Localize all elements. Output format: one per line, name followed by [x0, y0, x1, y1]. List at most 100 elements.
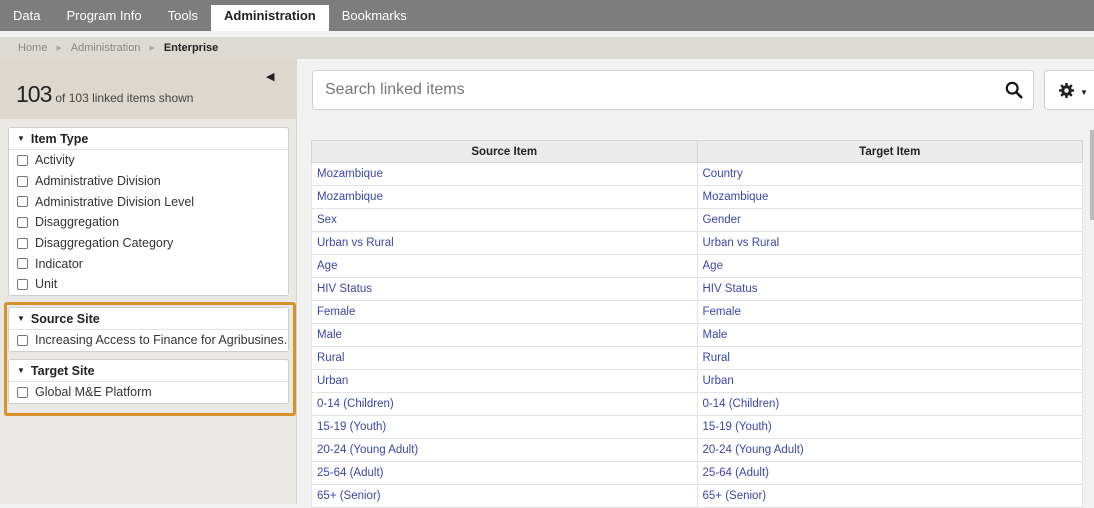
facet-title-target-site[interactable]: ▼ Target Site: [9, 360, 288, 382]
table-row[interactable]: HIV Status HIV Status: [311, 277, 1083, 301]
facet-option-indicator[interactable]: Indicator: [9, 253, 288, 274]
target-item-link[interactable]: 0-14 (Children): [696, 392, 1083, 416]
checkbox[interactable]: [17, 216, 28, 228]
source-item-link[interactable]: Sex: [311, 208, 698, 232]
target-item-link[interactable]: 15-19 (Youth): [696, 415, 1083, 439]
source-item-link[interactable]: 25-64 (Adult): [311, 461, 698, 485]
table-row[interactable]: Rural Rural: [311, 346, 1083, 370]
facet-title-source-site[interactable]: ▼ Source Site: [9, 308, 288, 330]
caret-left-icon[interactable]: ◀: [266, 70, 274, 83]
table-body: Mozambique Country Mozambique Mozambique Sex…: [311, 162, 1083, 508]
target-item-link[interactable]: HIV Status: [696, 277, 1083, 301]
checkbox[interactable]: [17, 196, 28, 208]
table-row[interactable]: 65+ (Senior) 65+ (Senior): [311, 484, 1083, 508]
facet-option-source-site[interactable]: Increasing Access to Finance for Agribus…: [9, 330, 288, 351]
facet-option-target-site[interactable]: Global M&E Platform: [9, 382, 288, 403]
checkbox[interactable]: [17, 278, 28, 290]
tab-bookmarks[interactable]: Bookmarks: [329, 0, 420, 31]
table-row[interactable]: 15-19 (Youth) 15-19 (Youth): [311, 415, 1083, 439]
source-item-link[interactable]: Male: [311, 323, 698, 347]
facet-option-label: Indicator: [35, 256, 83, 271]
target-item-link[interactable]: Female: [696, 300, 1083, 324]
target-item-link[interactable]: Country: [696, 162, 1083, 186]
facet-item-type: ▼ Item Type Activity Administrative Divi…: [8, 127, 289, 296]
table-row[interactable]: Urban Urban: [311, 369, 1083, 393]
source-item-link[interactable]: 20-24 (Young Adult): [311, 438, 698, 462]
checkbox[interactable]: [17, 175, 28, 187]
source-item-link[interactable]: Mozambique: [311, 185, 698, 209]
chevron-right-icon: ▶: [56, 45, 62, 52]
target-item-link[interactable]: Gender: [696, 208, 1083, 232]
search-bar: ▼: [297, 59, 1094, 119]
search-input[interactable]: [325, 71, 985, 109]
checkbox[interactable]: [17, 154, 28, 166]
table-row[interactable]: 20-24 (Young Adult) 20-24 (Young Adult): [311, 438, 1083, 462]
source-item-link[interactable]: Mozambique: [311, 162, 698, 186]
filter-sidebar: ◀ 103 of 103 linked items shown ▼ Item T…: [0, 59, 297, 504]
facet-option-label: Global M&E Platform: [35, 385, 152, 400]
column-header-source-item[interactable]: Source Item: [311, 140, 698, 163]
facet-title-label: Item Type: [30, 131, 89, 146]
results-count-label: of 103 linked items shown: [55, 91, 194, 105]
breadcrumb: Home ▶ Administration ▶ Enterprise: [0, 37, 1094, 59]
search-box: [312, 70, 1034, 110]
column-header-target-item[interactable]: Target Item: [696, 140, 1083, 163]
target-item-link[interactable]: Urban: [696, 369, 1083, 393]
table-row[interactable]: Mozambique Country: [311, 162, 1083, 186]
facet-option-administrative-division[interactable]: Administrative Division: [9, 171, 288, 192]
table-row[interactable]: Male Male: [311, 323, 1083, 347]
facet-option-activity[interactable]: Activity: [9, 150, 288, 171]
source-item-link[interactable]: Rural: [311, 346, 698, 370]
tab-program-info[interactable]: Program Info: [53, 0, 154, 31]
source-item-link[interactable]: 65+ (Senior): [311, 484, 698, 508]
tab-data[interactable]: Data: [0, 0, 53, 31]
table-row[interactable]: Urban vs Rural Urban vs Rural: [311, 231, 1083, 255]
facet-title-item-type[interactable]: ▼ Item Type: [9, 128, 288, 150]
facet-option-label: Administrative Division Level: [35, 194, 195, 209]
source-item-link[interactable]: 0-14 (Children): [311, 392, 698, 416]
table-row[interactable]: Mozambique Mozambique: [311, 185, 1083, 209]
target-item-link[interactable]: 25-64 (Adult): [696, 461, 1083, 485]
facet-title-label: Source Site: [30, 311, 100, 326]
search-icon[interactable]: [1005, 81, 1023, 99]
tab-tools[interactable]: Tools: [155, 0, 211, 31]
table-row[interactable]: Female Female: [311, 300, 1083, 324]
triangle-down-icon: ▼: [17, 314, 25, 323]
scrollbar[interactable]: [1090, 130, 1094, 220]
table-row[interactable]: Age Age: [311, 254, 1083, 278]
tab-administration[interactable]: Administration: [210, 5, 329, 31]
table-row[interactable]: 0-14 (Children) 0-14 (Children): [311, 392, 1083, 416]
breadcrumb-home[interactable]: Home: [18, 42, 47, 54]
source-item-link[interactable]: Urban vs Rural: [311, 231, 698, 255]
facet-option-label: Increasing Access to Finance for Agribus…: [35, 333, 288, 348]
facet-option-label: Unit: [35, 277, 58, 292]
checkbox[interactable]: [17, 237, 28, 249]
source-item-link[interactable]: Urban: [311, 369, 698, 393]
table-row[interactable]: Sex Gender: [311, 208, 1083, 232]
facet-title-label: Target Site: [30, 363, 95, 378]
source-item-link[interactable]: 15-19 (Youth): [311, 415, 698, 439]
facet-option-administrative-division-level[interactable]: Administrative Division Level: [9, 191, 288, 212]
target-item-link[interactable]: Rural: [696, 346, 1083, 370]
facet-option-disaggregation-category[interactable]: Disaggregation Category: [9, 233, 288, 254]
table-row[interactable]: 25-64 (Adult) 25-64 (Adult): [311, 461, 1083, 485]
source-item-link[interactable]: Female: [311, 300, 698, 324]
source-item-link[interactable]: HIV Status: [311, 277, 698, 301]
checkbox[interactable]: [17, 386, 28, 398]
target-item-link[interactable]: Urban vs Rural: [696, 231, 1083, 255]
facet-option-disaggregation[interactable]: Disaggregation: [9, 212, 288, 233]
checkbox[interactable]: [17, 334, 28, 346]
target-item-link[interactable]: 20-24 (Young Adult): [696, 438, 1083, 462]
breadcrumb-administration[interactable]: Administration: [71, 42, 141, 54]
results-summary: ◀ 103 of 103 linked items shown: [0, 59, 297, 119]
checkbox[interactable]: [17, 258, 28, 270]
target-item-link[interactable]: Male: [696, 323, 1083, 347]
source-item-link[interactable]: Age: [311, 254, 698, 278]
results-count: 103 of 103 linked items shown: [16, 81, 193, 108]
target-item-link[interactable]: Mozambique: [696, 185, 1083, 209]
target-item-link[interactable]: Age: [696, 254, 1083, 278]
facet-option-unit[interactable]: Unit: [9, 274, 288, 295]
target-item-link[interactable]: 65+ (Senior): [696, 484, 1083, 508]
settings-dropdown-button[interactable]: ▼: [1044, 70, 1094, 110]
main-content: ▼ Source Item Target Item MozambiqueCoun…: [297, 59, 1094, 508]
